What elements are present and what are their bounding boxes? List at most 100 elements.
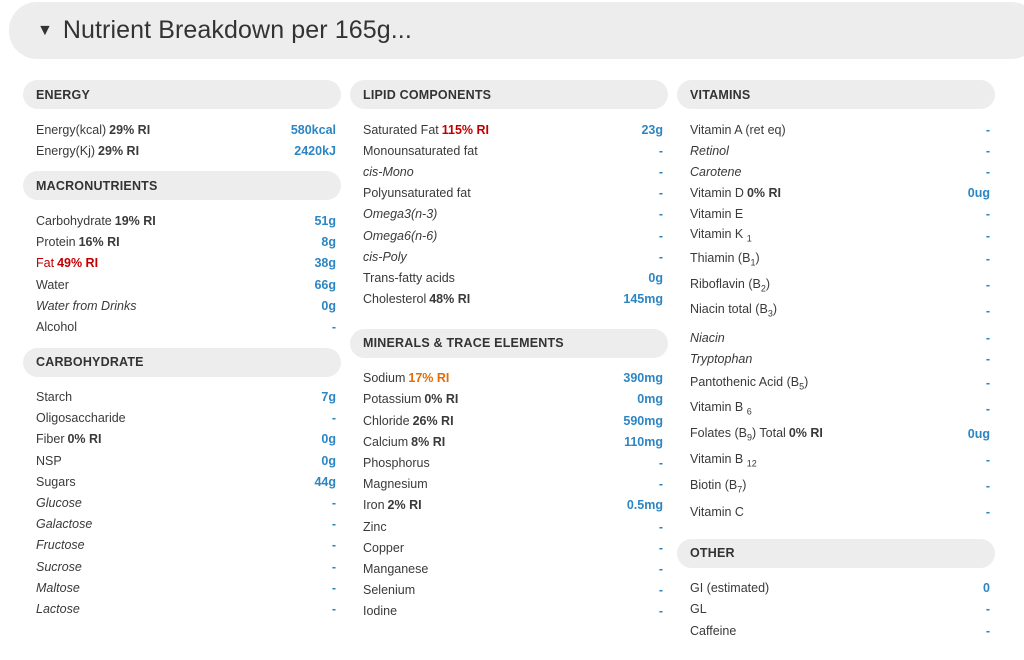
ri-badge: 26% RI (412, 413, 454, 428)
row-value: 7g (321, 390, 336, 405)
row-lactose: Lactose - (23, 598, 341, 619)
row-sugars: Sugars 44g (23, 471, 341, 492)
row-value: - (985, 164, 990, 179)
row-galactose: Galactose - (23, 514, 341, 535)
row-gl: GL - (677, 599, 995, 620)
row-value: - (985, 602, 990, 617)
row-value: - (658, 249, 663, 264)
row-label: Vitamin D (690, 186, 744, 201)
ri-badge: 48% RI (429, 292, 471, 307)
row-energy-kcal: Energy(kcal) 29% RI 580kcal (23, 119, 341, 140)
row-vitamin-k1: Vitamin K 1 - (677, 225, 995, 246)
row-caffeine: Caffeine - (677, 620, 995, 641)
row-fiber: Fiber 0% RI 0g (23, 429, 341, 450)
row-cholesterol: Cholesterol 48% RI 145mg (350, 289, 668, 310)
row-monounsaturated-fat: Monounsaturated fat - (350, 140, 668, 161)
row-value: - (985, 453, 990, 468)
row-value: 0.5mg (626, 498, 663, 513)
row-value: - (985, 401, 990, 416)
row-value: - (985, 623, 990, 638)
subscript: 12 (746, 458, 757, 469)
row-value: - (985, 303, 990, 318)
row-maltose: Maltose - (23, 577, 341, 598)
section-header-lipids: LIPID COMPONENTS (350, 80, 668, 109)
row-label: Caffeine (690, 623, 737, 638)
row-label: Manganese (363, 561, 429, 576)
row-value: 110mg (624, 434, 663, 449)
row-phosphorus: Phosphorus - (350, 452, 668, 473)
column-1: ENERGY Energy(kcal) 29% RI 580kcal Energy… (23, 80, 341, 630)
section-header-macronutrients: MACRONUTRIENTS (23, 171, 341, 201)
row-label: Biotin (B (690, 477, 738, 492)
row-starch: Starch 7g (23, 387, 341, 408)
row-value: - (658, 207, 663, 222)
row-label: Sugars (36, 474, 76, 489)
row-potassium: Potassium 0% RI 0mg (350, 389, 668, 410)
row-retinol: Retinol - (677, 140, 995, 161)
row-label: Niacin total (B (690, 302, 768, 317)
row-value: - (658, 228, 663, 243)
row-label: cis-Mono (363, 164, 414, 179)
row-copper: Copper - (350, 537, 668, 558)
page-title: Nutrient Breakdown per 165g... (62, 16, 412, 44)
section-header-carbohydrate: CARBOHYDRATE (23, 347, 341, 377)
row-vitamin-e: Vitamin E - (677, 204, 995, 225)
row-label: Vitamin E (690, 207, 744, 222)
row-vitamin-b12: Vitamin B 12 - (677, 447, 995, 473)
nutrient-page: ▼ Nutrient Breakdown per 165g... ENERGY … (0, 0, 1024, 660)
section-other: OTHER GI (estimated) 0 GL - Caffeine - (677, 538, 995, 642)
row-niacin-total: Niacin total (B3) - (677, 298, 995, 324)
row-label: Copper (363, 540, 404, 555)
section-carbohydrate: CARBOHYDRATE Starch 7g Oligosaccharide -… (23, 347, 341, 620)
row-zinc: Zinc - (350, 516, 668, 537)
row-label: Phosphorus (363, 456, 430, 471)
row-iron: Iron 2% RI 0.5mg (350, 495, 668, 516)
row-value: 390mg (623, 371, 663, 386)
row-gi-estimated: GI (estimated) 0 (677, 578, 995, 599)
ri-badge: 49% RI (57, 256, 99, 271)
section-header-energy: ENERGY (23, 80, 341, 109)
row-label-suffix: ) (772, 302, 777, 317)
subscript: 1 (746, 233, 752, 244)
row-vitamin-a: Vitamin A (ret eq) - (677, 119, 995, 140)
row-value: 580kcal (290, 122, 336, 137)
row-label: Zinc (363, 519, 387, 534)
row-thiamin: Thiamin (B1) - (677, 246, 995, 272)
row-saturated-fat: Saturated Fat 115% RI 23g (350, 119, 668, 140)
row-water: Water 66g (23, 274, 341, 295)
row-tryptophan: Tryptophan - (677, 349, 995, 370)
row-nsp: NSP 0g (23, 450, 341, 471)
row-value: - (658, 604, 663, 619)
row-chloride: Chloride 26% RI 590mg (350, 410, 668, 431)
row-value: 590mg (623, 413, 663, 428)
row-value: - (658, 477, 663, 492)
row-value: 44g (314, 474, 336, 489)
row-value: - (985, 375, 990, 390)
section-minerals: MINERALS & TRACE ELEMENTS Sodium 17% RI 3… (350, 328, 668, 622)
row-selenium: Selenium - (350, 580, 668, 601)
row-fructose: Fructose - (23, 535, 341, 556)
ri-badge: 0% RI (67, 432, 102, 447)
ri-badge: 2% RI (387, 498, 422, 513)
row-label: Sodium (363, 371, 406, 386)
row-label: Maltose (36, 580, 80, 595)
nutrient-breakdown-toggle[interactable]: ▼ Nutrient Breakdown per 165g... (9, 2, 1024, 59)
row-manganese: Manganese - (350, 558, 668, 579)
row-calcium: Calcium 8% RI 110mg (350, 431, 668, 452)
row-glucose: Glucose - (23, 492, 341, 513)
row-label: Fiber (36, 432, 65, 447)
row-vitamin-d: Vitamin D 0% RI 0ug (677, 183, 995, 204)
row-niacin: Niacin - (677, 328, 995, 349)
row-value: 0mg (637, 392, 663, 407)
row-sucrose: Sucrose - (23, 556, 341, 577)
row-label-suffix: ) Total (751, 426, 786, 441)
row-label: Water (36, 277, 69, 292)
ri-badge: 17% RI (408, 371, 450, 386)
row-oligosaccharide: Oligosaccharide - (23, 408, 341, 429)
row-magnesium: Magnesium - (350, 474, 668, 495)
row-value: 0g (321, 432, 336, 447)
row-value: - (985, 352, 990, 367)
row-label: Potassium (363, 392, 422, 407)
row-carbohydrate: Carbohydrate 19% RI 51g (23, 210, 341, 231)
section-header-minerals: MINERALS & TRACE ELEMENTS (350, 328, 668, 358)
